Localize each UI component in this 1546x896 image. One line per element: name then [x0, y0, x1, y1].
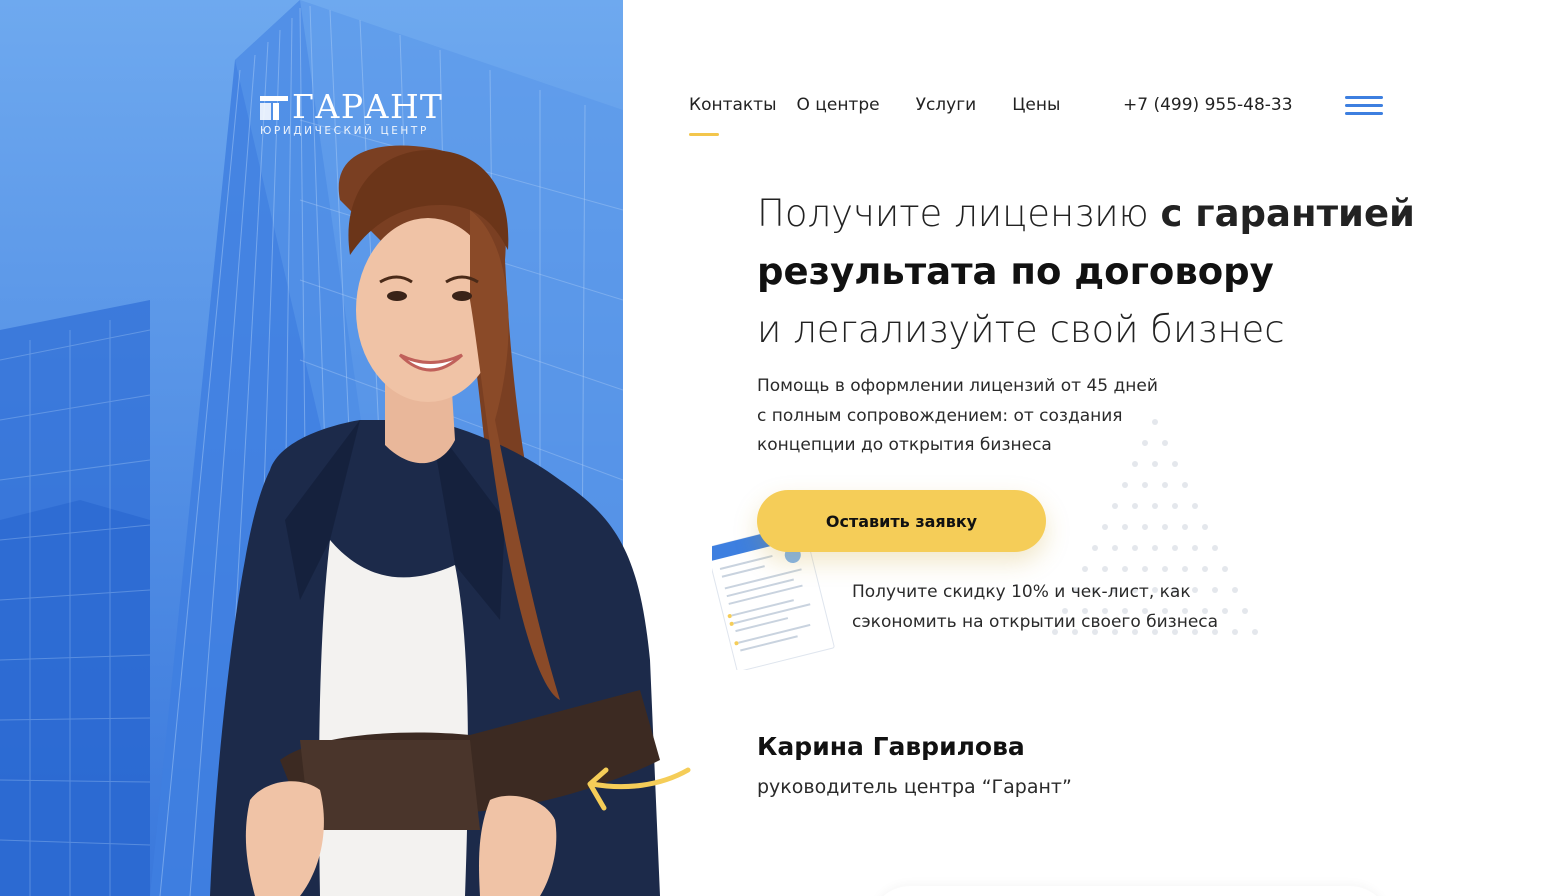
hero-description: Помощь в оформлении лицензий от 45 дней … — [757, 376, 1158, 455]
next-section-card-edge — [870, 886, 1390, 896]
main-navigation: Контакты О центре Услуги Цены — [689, 95, 1060, 136]
discount-promo-text: Получите скидку 10% и чек-лист, как сэко… — [852, 582, 1219, 632]
hero-image-panel: ГАРАНТ ЮРИДИЧЕСКИЙ ЦЕНТР — [0, 0, 623, 896]
hero-headline: Получите лицензию с гарантией результата… — [757, 185, 1415, 359]
headline-line-2: результата по договору — [757, 250, 1274, 293]
manager-role: руководитель центра “Гарант” — [757, 776, 1072, 798]
headline-line-3: и легализуйте свой бизнес — [757, 308, 1285, 351]
manager-name: Карина Гаврилова — [757, 732, 1025, 761]
nav-item-services[interactable]: Услуги — [916, 95, 977, 115]
headline-line-1: Получите лицензию с гарантией — [757, 192, 1415, 235]
nav-item-prices[interactable]: Цены — [1012, 95, 1060, 115]
submit-request-button[interactable]: Оставить заявку — [757, 490, 1046, 552]
hamburger-menu-icon[interactable] — [1345, 96, 1383, 116]
nav-item-about[interactable]: О центре — [797, 95, 880, 115]
logo-mark-icon — [260, 96, 288, 120]
company-logo[interactable]: ГАРАНТ ЮРИДИЧЕСКИЙ ЦЕНТР — [260, 87, 443, 137]
phone-number-link[interactable]: +7 (499) 955-48-33 — [1123, 95, 1293, 115]
arrow-pointer-icon — [587, 767, 691, 811]
nav-item-contacts[interactable]: Контакты — [689, 95, 777, 136]
logo-wordmark: ГАРАНТ — [292, 87, 443, 126]
logo-tagline: ЮРИДИЧЕСКИЙ ЦЕНТР — [260, 125, 429, 137]
